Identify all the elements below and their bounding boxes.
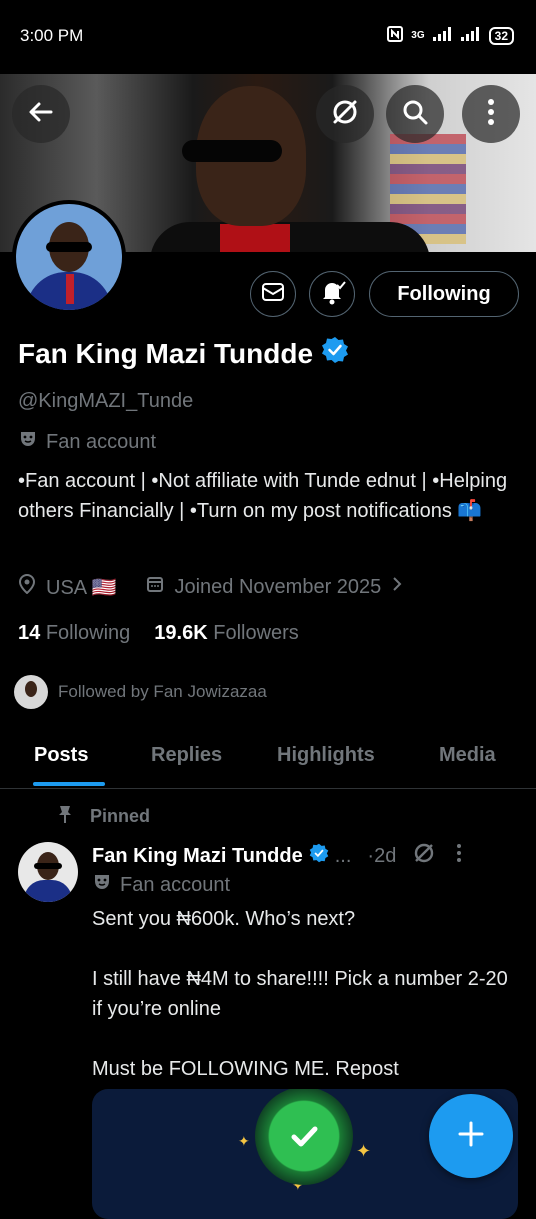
profile-handle: @KingMAZI_Tunde (18, 390, 194, 412)
network-type: 3G (411, 30, 425, 41)
status-time: 3:00 PM (20, 26, 84, 45)
profile-label: Fan account (18, 429, 156, 455)
tab-media[interactable]: Media (439, 744, 496, 767)
following-count-link[interactable]: 14 Following (18, 622, 130, 645)
profile-avatar[interactable] (12, 200, 126, 314)
following-button[interactable]: Following (369, 271, 519, 317)
post-author-avatar[interactable] (18, 842, 78, 902)
following-count: 14 (18, 622, 41, 644)
banner-shirt (220, 224, 290, 252)
search-icon (401, 98, 429, 131)
sparkle-icon: ✦ (356, 1141, 372, 1161)
active-tab-indicator (33, 782, 105, 786)
followed-by-row[interactable]: Followed by Fan Jowizazaa (14, 675, 267, 709)
success-check-icon (255, 1089, 353, 1185)
follower-avatar (14, 675, 48, 709)
followers-count-link[interactable]: 19.6K Followers (154, 622, 299, 645)
post-handle-truncated: ... (334, 844, 352, 867)
avatar-glasses (46, 242, 92, 252)
mail-icon (261, 282, 285, 307)
profile-bio: •Fan account | •Not affiliate with Tunde… (18, 470, 508, 522)
post-label-text: Fan account (120, 873, 231, 896)
post-header: Fan King Mazi Tundde ... ·2d (92, 841, 462, 871)
status-icons: 3G 32 (387, 26, 514, 45)
banner-jacket (150, 222, 430, 252)
post-more-icon[interactable] (456, 843, 462, 869)
post-verified-icon (309, 843, 329, 869)
chevron-right-icon[interactable] (391, 575, 403, 599)
compose-post-button[interactable] (429, 1094, 513, 1178)
pinned-label-row: Pinned (56, 804, 150, 829)
post-label: Fan account (92, 872, 230, 898)
followers-count: 19.6K (154, 622, 208, 644)
sparkle-icon: ✦ (238, 1133, 250, 1149)
banner-glasses (182, 140, 282, 162)
post-author-name[interactable]: Fan King Mazi Tundde (92, 845, 303, 868)
avatar-tie (66, 274, 74, 304)
notifications-button[interactable] (309, 271, 355, 317)
profile-location: USA 🇺🇸 (46, 576, 117, 599)
location-pin-icon (18, 573, 36, 600)
more-button[interactable] (462, 85, 520, 143)
calendar-icon (146, 575, 164, 599)
followed-by-text: Followed by Fan Jowizazaa (58, 682, 267, 701)
post-time: ·2d (367, 844, 397, 867)
followers-count-label: Followers (213, 622, 299, 644)
profile-joined: Joined November 2025 (174, 575, 382, 598)
search-button[interactable] (386, 85, 444, 143)
grok-button[interactable] (316, 85, 374, 143)
plus-icon (456, 1119, 486, 1154)
grok-icon[interactable] (412, 841, 436, 871)
profile-name-row: Fan King Mazi Tundde (18, 336, 349, 371)
theater-masks-icon (18, 429, 38, 455)
signal-icon-2 (460, 27, 481, 44)
message-button[interactable] (250, 271, 296, 317)
profile-label-text: Fan account (46, 430, 157, 453)
grok-icon (330, 97, 360, 132)
status-bar: 3:00 PM 3G 32 (0, 0, 536, 74)
back-arrow-icon (27, 98, 55, 131)
profile-name: Fan King Mazi Tundde (18, 337, 314, 369)
profile-counts: 14 Following 19.6K Followers (18, 622, 299, 645)
tab-replies[interactable]: Replies (151, 744, 222, 767)
post-text[interactable]: Sent you ₦600k. Who’s next? I still have… (92, 904, 522, 1084)
pinned-label: Pinned (90, 806, 151, 826)
pin-icon (56, 804, 74, 829)
nfc-icon (387, 26, 404, 45)
signal-icon (432, 27, 453, 44)
back-button[interactable] (12, 85, 70, 143)
verified-badge-icon[interactable] (321, 336, 349, 371)
battery-icon: 32 (488, 26, 514, 45)
tab-highlights[interactable]: Highlights (277, 744, 375, 767)
bell-check-icon (318, 278, 346, 311)
profile-meta: USA 🇺🇸 Joined November 2025 (18, 573, 403, 600)
more-vertical-icon (486, 98, 496, 131)
profile-tabs: Posts Replies Highlights Media (0, 726, 536, 789)
following-count-label: Following (45, 622, 131, 644)
tab-posts[interactable]: Posts (34, 744, 88, 767)
theater-masks-icon (92, 872, 112, 898)
